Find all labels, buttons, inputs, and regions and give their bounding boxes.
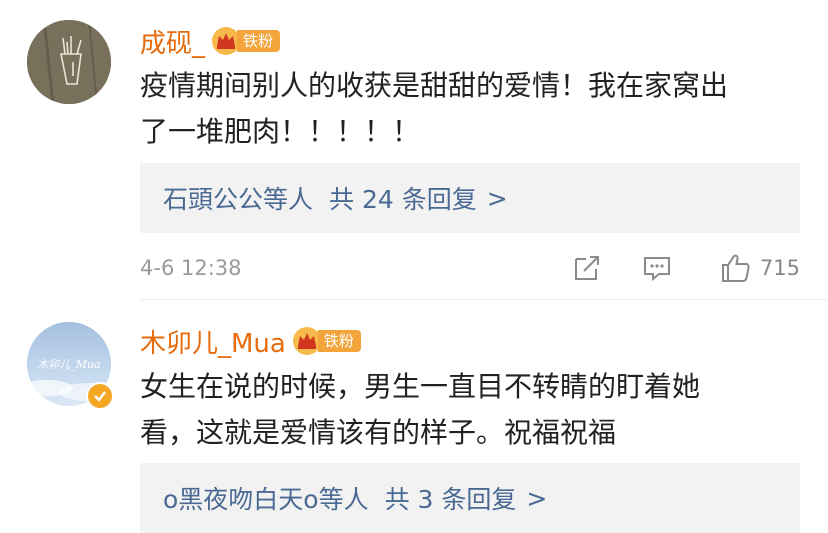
chevron-right-icon: > bbox=[526, 483, 548, 513]
comment-text-line: 看，这就是爱情该有的样子。祝福祝福 bbox=[140, 416, 617, 449]
username-row: 成砚_ 铁粉 bbox=[140, 21, 281, 61]
reply-button[interactable] bbox=[642, 253, 720, 283]
like-button[interactable]: 715 bbox=[720, 252, 800, 284]
check-icon bbox=[94, 391, 106, 402]
avatar[interactable] bbox=[27, 20, 111, 104]
replies-total: 共 24 条回复 bbox=[329, 185, 477, 214]
timestamp: 4-6 12:38 bbox=[140, 256, 242, 280]
replies-link[interactable]: o黑夜吻白天o等人 共 3 条回复 > bbox=[163, 480, 547, 516]
comment-icon bbox=[643, 257, 670, 282]
share-button[interactable] bbox=[572, 253, 642, 283]
badge-label: 铁粉 bbox=[317, 330, 361, 352]
fan-badge: 铁粉 bbox=[292, 326, 361, 356]
comment-text: 女生在说的时候，男生一直目不转睛的盯着她 看，这就是爱情该有的样子。祝福祝福 bbox=[140, 364, 800, 456]
replies-total: 共 3 条回复 bbox=[384, 485, 517, 514]
fan-badge: 铁粉 bbox=[211, 26, 281, 56]
replies-link[interactable]: 石頭公公等人 共 24 条回复 > bbox=[163, 180, 508, 216]
avatar-text: 木卯儿_Mua bbox=[37, 358, 100, 371]
like-icon bbox=[721, 254, 750, 282]
chevron-right-icon: > bbox=[486, 183, 508, 213]
comment-item: 成砚_ 铁粉 疫情期间别人的收获是甜甜的爱情！我在家窝出 了一堆肥肉！！！！！ … bbox=[0, 0, 828, 300]
comment-text-line: 了一堆肥肉！！！！！ bbox=[140, 115, 421, 148]
verified-badge-icon bbox=[86, 382, 114, 410]
avatar-image bbox=[27, 20, 111, 104]
comment-text: 疫情期间别人的收获是甜甜的爱情！我在家窝出 了一堆肥肉！！！！！ bbox=[140, 63, 800, 155]
comment-text-line: 疫情期间别人的收获是甜甜的爱情！我在家窝出 bbox=[140, 69, 729, 102]
replies-box[interactable]: 石頭公公等人 共 24 条回复 > bbox=[140, 163, 800, 233]
username[interactable]: 成砚_ bbox=[140, 23, 205, 60]
badge-label: 铁粉 bbox=[237, 30, 281, 52]
replies-who: 石頭公公等人 bbox=[163, 185, 314, 214]
comment-item: 木卯儿_Mua 木卯儿_Mua 铁粉 女生在说的时候，男生一直目不转睛的盯着她 … bbox=[0, 300, 828, 533]
username-row: 木卯儿_Mua 铁粉 bbox=[140, 321, 361, 361]
share-icon bbox=[574, 256, 599, 280]
replies-box[interactable]: o黑夜吻白天o等人 共 3 条回复 > bbox=[140, 463, 800, 533]
replies-who: o黑夜吻白天o等人 bbox=[163, 485, 369, 514]
comment-meta: 4-6 12:38 715 bbox=[140, 248, 800, 288]
username[interactable]: 木卯儿_Mua bbox=[140, 323, 286, 360]
comment-text-line: 女生在说的时候，男生一直目不转睛的盯着她 bbox=[140, 370, 701, 403]
like-count: 715 bbox=[759, 256, 800, 280]
